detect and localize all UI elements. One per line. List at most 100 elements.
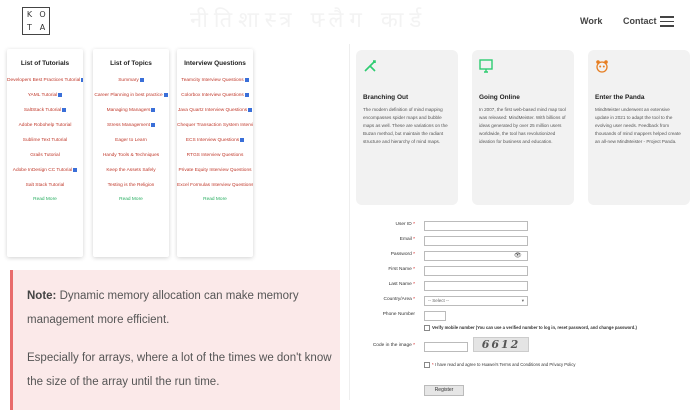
card-title: List of Tutorials <box>20 60 70 67</box>
card-link-label: Developers Best Practices Tutorial <box>7 78 81 83</box>
card-link-item[interactable]: Summary <box>93 73 169 88</box>
card-link-item[interactable]: Sublime Text Tutorial <box>7 133 83 148</box>
field-label: Email * <box>399 237 415 242</box>
card-link-item[interactable]: Private Equity Interview Questions <box>177 163 253 178</box>
verify-mobile-checkbox[interactable] <box>424 325 430 331</box>
card-link-label: Teamcity Interview Questions <box>181 78 244 83</box>
card-link-label: Excel Formulas Interview Questions <box>177 183 253 188</box>
note-box: Note: Dynamic memory allocation can make… <box>10 270 340 410</box>
card-link-item[interactable]: Excel Formulas Interview Questions <box>177 178 253 193</box>
verify-mobile-text: Verify mobile number (You can use a veri… <box>432 325 637 330</box>
phone-input[interactable] <box>424 311 446 321</box>
phone-row: Phone Number <box>360 311 700 322</box>
header-watermark: नीतिशास्त्र फ्लैग कार्ड <box>190 8 428 33</box>
card-link-label: Adobe Robohelp Tutorial <box>18 123 72 128</box>
feature-title: Enter the Panda <box>595 94 645 101</box>
note-line-1: Note: Dynamic memory allocation can make… <box>13 284 340 332</box>
card-link-item[interactable]: RTGS Interview Questions <box>177 148 253 163</box>
new-badge-icon <box>248 107 253 112</box>
email-row: Email * <box>360 236 700 247</box>
card-link-label: Sublime Text Tutorial <box>22 138 68 143</box>
new-badge-icon <box>163 92 168 97</box>
card-link-item[interactable]: Stress Management <box>93 118 169 133</box>
kota-logo[interactable]: K O T A <box>22 7 50 35</box>
tutorial-card: List of Tutorials Developers Best Practi… <box>7 49 83 257</box>
card-link-label: Eager to Learn <box>115 138 147 143</box>
card-link-item[interactable]: Career Planning in best practice <box>93 88 169 103</box>
card-link-label: Testing is the Religion <box>107 183 155 188</box>
email-input[interactable] <box>424 236 528 246</box>
card-link-item[interactable]: Chequer Transaction System Interview Que… <box>177 118 253 133</box>
card-link-label: Summary <box>118 78 139 83</box>
captcha-input[interactable] <box>424 342 468 352</box>
captcha-image[interactable]: 6612 <box>473 337 529 352</box>
tutorial-card: List of Topics Summary Career Planning in… <box>93 49 169 257</box>
card-link-item[interactable]: Keep the Assets Safely <box>93 163 169 178</box>
card-link-item[interactable]: Adobe InDesign CC Tutorial <box>7 163 83 178</box>
card-link-item[interactable]: Adobe Robohelp Tutorial <box>7 118 83 133</box>
new-badge-icon <box>244 77 249 82</box>
card-link-label: Handy Tools & Techniques <box>102 153 160 158</box>
new-badge-icon <box>244 92 249 97</box>
feature-card: Going Online In 2007, the first web-base… <box>472 50 574 205</box>
new-badge-icon <box>139 77 144 82</box>
show-password-eye-icon[interactable]: 👁 <box>514 252 522 259</box>
new-badge-icon <box>150 122 155 127</box>
card-link-item[interactable]: Grails Tutorial <box>7 148 83 163</box>
country-select[interactable]: -- Select -- ▾ <box>424 296 528 306</box>
card-link-label: Chequer Transaction System Interview Que… <box>177 123 253 128</box>
read-more-link[interactable]: Read More <box>177 197 253 202</box>
new-badge-icon <box>240 137 245 142</box>
card-link-label: Salt Stack Tutorial <box>25 183 65 188</box>
card-link-label: SaltStack Tutorial <box>23 108 62 113</box>
field-label: Country/Area * <box>383 297 415 302</box>
register-button[interactable]: Register <box>424 385 464 396</box>
password-input[interactable] <box>424 251 528 261</box>
user-id-input[interactable] <box>424 221 528 231</box>
card-link-label: RTGS Interview Questions <box>186 153 244 158</box>
feature-text: MindMeister underwent an extensive updat… <box>595 107 681 144</box>
last-name-input[interactable] <box>424 281 528 291</box>
field-label: User ID * <box>395 222 415 227</box>
card-link-item[interactable]: SaltStack Tutorial <box>7 103 83 118</box>
field-label: Phone Number <box>382 312 415 317</box>
card-link-item[interactable]: Testing is the Religion <box>93 178 169 193</box>
first-name-input[interactable] <box>424 266 528 276</box>
nav-contact-link[interactable]: Contact <box>623 16 657 26</box>
card-link-label: Adobe InDesign CC Tutorial <box>12 168 73 173</box>
card-link-list: Developers Best Practices Tutorial YAML T… <box>7 73 83 193</box>
card-link-item[interactable]: Handy Tools & Techniques <box>93 148 169 163</box>
feature-text: The modern definition of mind mapping en… <box>363 107 448 144</box>
tutorial-card: Interview Questions Teamcity Interview Q… <box>177 49 253 257</box>
logo-letter: O <box>39 10 46 19</box>
read-more-link[interactable]: Read More <box>7 197 83 202</box>
card-link-label: Grails Tutorial <box>30 153 60 158</box>
card-link-item[interactable]: Eager to Learn <box>93 133 169 148</box>
card-link-item[interactable]: Java Quartz Interview Questions <box>177 103 253 118</box>
new-badge-icon <box>81 77 83 82</box>
password-row: Password * 👁 <box>360 251 700 262</box>
card-link-label: Stress Management <box>107 123 150 128</box>
card-link-label: ECS Interview Questions <box>185 138 240 143</box>
card-link-item[interactable]: Managing Managers <box>93 103 169 118</box>
nav-work-link[interactable]: Work <box>580 16 602 26</box>
agree-terms-checkbox[interactable] <box>424 362 430 368</box>
new-badge-icon <box>62 107 67 112</box>
card-link-item[interactable]: YAML Tutorial <box>7 88 83 103</box>
note-text: Dynamic memory allocation can make memor… <box>27 290 299 326</box>
read-more-link[interactable]: Read More <box>93 197 169 202</box>
logo-letter: K <box>26 10 33 19</box>
card-link-item[interactable]: ECS Interview Questions <box>177 133 253 148</box>
note-line-2: Especially for arrays, where a lot of th… <box>27 352 332 388</box>
new-badge-icon <box>73 167 78 172</box>
hamburger-menu-icon[interactable] <box>660 16 674 27</box>
registration-form: User ID * Email * Password * 👁 First Nam… <box>360 218 700 400</box>
card-link-label: Managing Managers <box>106 108 151 113</box>
field-label: Password * <box>390 252 415 257</box>
tutorial-cards-section: List of Tutorials Developers Best Practi… <box>0 44 345 260</box>
card-link-item[interactable]: Colorbox Interview Questions <box>177 88 253 103</box>
card-title: Interview Questions <box>184 60 246 67</box>
card-link-item[interactable]: Developers Best Practices Tutorial <box>7 73 83 88</box>
card-link-item[interactable]: Salt Stack Tutorial <box>7 178 83 193</box>
card-link-item[interactable]: Teamcity Interview Questions <box>177 73 253 88</box>
